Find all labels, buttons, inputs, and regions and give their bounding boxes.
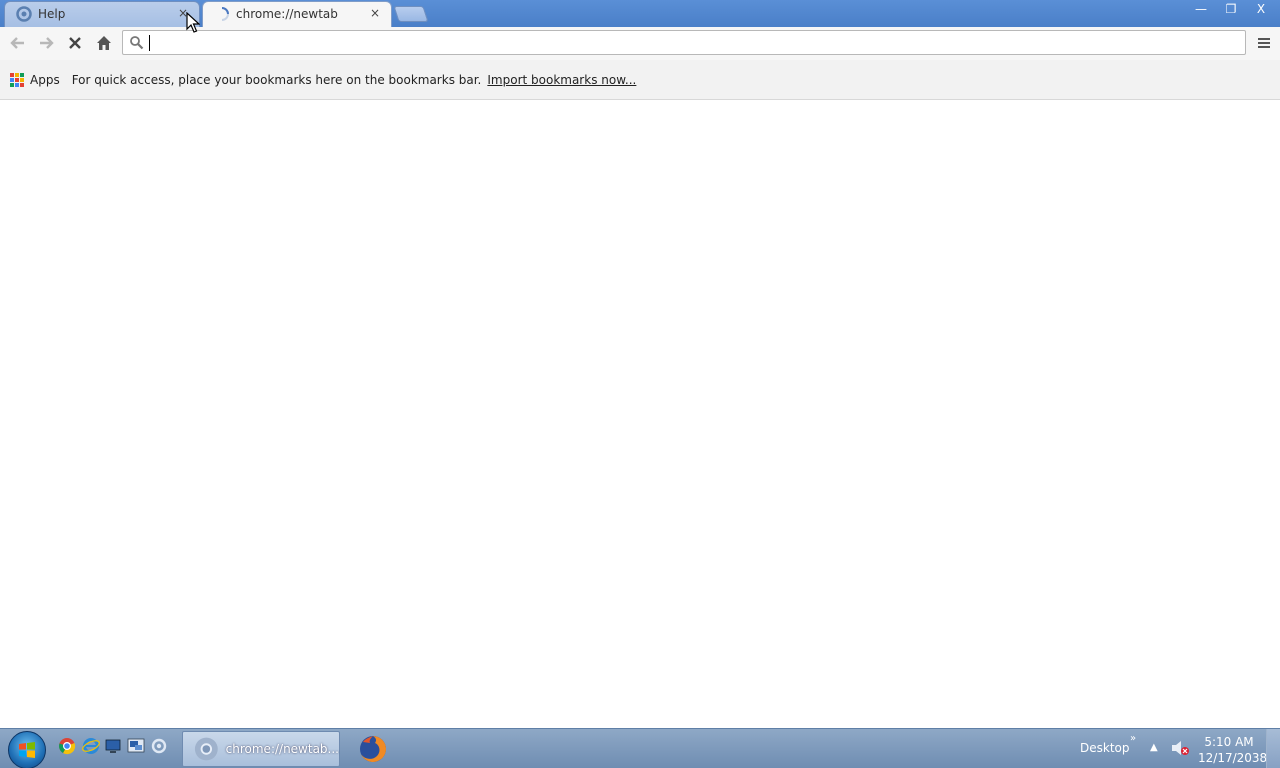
omnibox[interactable] — [122, 30, 1246, 55]
taskbar-chrome-window[interactable]: chrome://newtab... — [182, 731, 340, 767]
home-icon — [97, 36, 111, 50]
taskbar-firefox-window[interactable] — [352, 731, 394, 767]
back-arrow-icon — [10, 37, 24, 49]
taskbar: chrome://newtab... Desktop » ▲ 5:10 AM 1… — [0, 728, 1280, 768]
chrome-quicklaunch-icon[interactable] — [58, 737, 76, 755]
clock-time: 5:10 AM — [1204, 735, 1254, 749]
chrome-app-icon — [194, 737, 218, 761]
clock-date: 12/17/2038 — [1198, 751, 1268, 765]
taskbar-chrome-label: chrome://newtab... — [225, 742, 339, 756]
volume-muted-icon[interactable] — [1170, 739, 1190, 757]
mouse-cursor-icon — [186, 12, 200, 33]
help-icon[interactable] — [150, 737, 168, 755]
page-content — [0, 100, 1280, 728]
show-desktop-button[interactable] — [1266, 729, 1280, 768]
desktop-toolbar-label[interactable]: Desktop — [1080, 741, 1130, 755]
stop-button[interactable] — [63, 32, 87, 54]
computer-icon[interactable] — [104, 737, 122, 755]
system-clock[interactable]: 5:10 AM 12/17/2038 — [1198, 734, 1268, 766]
start-button[interactable] — [8, 731, 46, 768]
tab-newtab[interactable]: chrome://newtab × — [202, 1, 392, 27]
new-tab-button[interactable] — [393, 6, 429, 22]
bookmarks-hint: For quick access, place your bookmarks h… — [71, 72, 482, 87]
menu-icon — [1258, 38, 1270, 48]
home-button[interactable] — [92, 32, 116, 54]
toolbar-chevron-icon[interactable]: » — [1130, 733, 1136, 744]
window-controls: — ❐ X — [1184, 0, 1274, 18]
restore-button[interactable]: ❐ — [1218, 0, 1244, 18]
apps-icon[interactable] — [10, 72, 24, 87]
search-icon — [130, 36, 144, 50]
back-button[interactable] — [6, 32, 30, 54]
windows-logo-icon — [19, 742, 35, 758]
address-input[interactable] — [149, 33, 1209, 52]
tab-help[interactable]: Help × — [4, 1, 200, 27]
close-tab-icon[interactable]: × — [368, 6, 382, 20]
show-hidden-icons-icon[interactable]: ▲ — [1150, 742, 1158, 753]
forward-arrow-icon — [40, 37, 54, 49]
firefox-icon — [360, 736, 386, 762]
chrome-menu-button[interactable] — [1252, 32, 1276, 54]
tab-shape — [4, 1, 200, 27]
close-window-button[interactable]: X — [1248, 0, 1274, 18]
stop-icon — [69, 37, 81, 49]
bookmarks-bar: Apps For quick access, place your bookma… — [0, 60, 1280, 100]
minimize-button[interactable]: — — [1188, 0, 1214, 18]
import-bookmarks-link[interactable]: Import bookmarks now... — [487, 73, 636, 87]
forward-button[interactable] — [34, 32, 58, 54]
internet-explorer-icon[interactable] — [82, 737, 100, 755]
tab-title: Help — [38, 7, 66, 21]
apps-shortcut[interactable]: Apps — [30, 73, 60, 87]
tab-title: chrome://newtab — [236, 7, 338, 21]
text-caret — [149, 35, 150, 51]
loading-spinner-icon — [221, 7, 229, 21]
remote-desktop-icon[interactable] — [127, 737, 145, 755]
help-favicon-icon — [16, 6, 32, 22]
